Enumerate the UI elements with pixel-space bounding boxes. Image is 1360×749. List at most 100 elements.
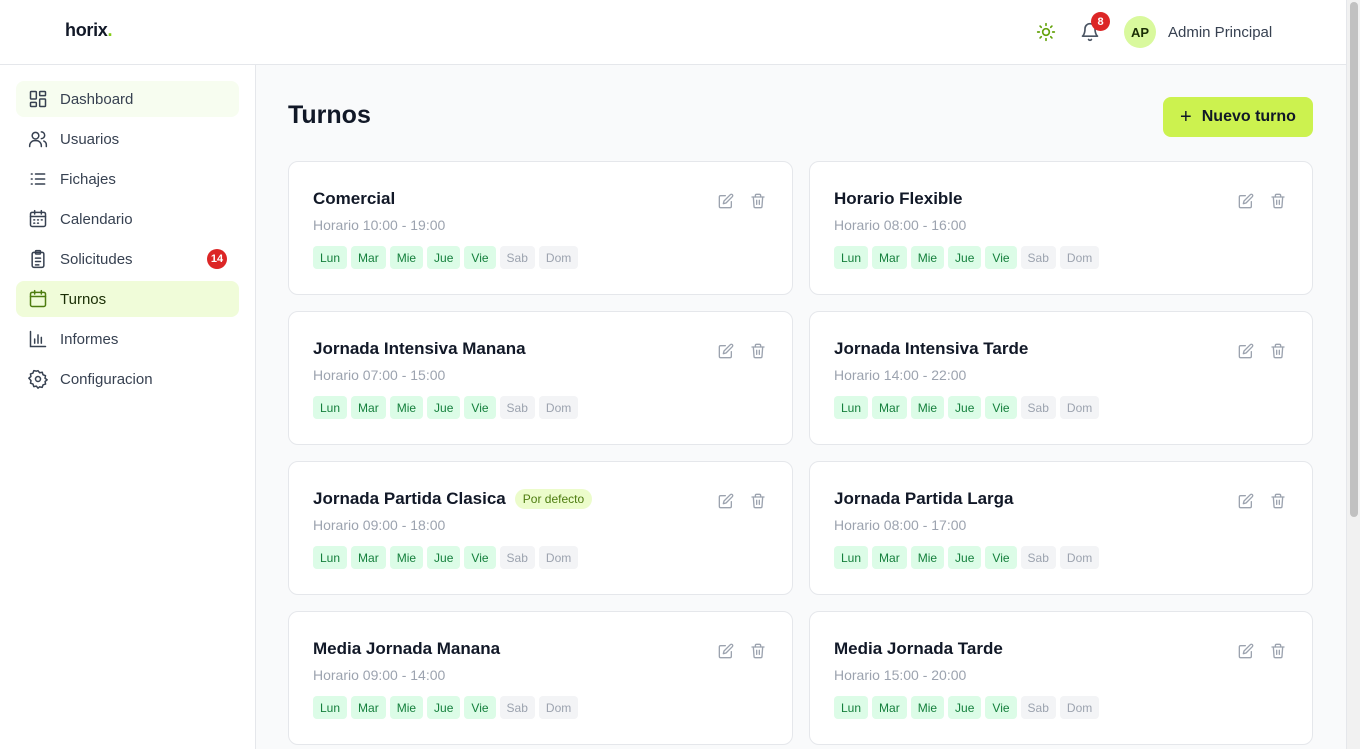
- edit-icon: [718, 193, 734, 209]
- page-title: Turnos: [288, 101, 371, 129]
- delete-button[interactable]: [1268, 341, 1288, 361]
- delete-button[interactable]: [748, 641, 768, 661]
- default-badge: Por defecto: [514, 489, 593, 509]
- day-chip-mie: Mie: [389, 396, 424, 419]
- edit-icon: [1238, 493, 1254, 509]
- day-chip-lun: Lun: [313, 696, 348, 719]
- day-chip-jue: Jue: [427, 546, 461, 569]
- day-chip-vie: Vie: [985, 246, 1017, 269]
- delete-button[interactable]: [1268, 491, 1288, 511]
- users-icon: [28, 131, 48, 148]
- notifications-count-badge: 8: [1091, 12, 1110, 31]
- shift-name: Media Jornada Tarde: [834, 639, 1003, 658]
- shift-card-header: Jornada Intensiva Tarde: [834, 339, 1028, 359]
- solicitudes-count-badge: 14: [207, 249, 227, 269]
- theme-toggle-button[interactable]: [1030, 16, 1062, 48]
- edit-icon: [1238, 643, 1254, 659]
- day-chip-mie: Mie: [910, 396, 945, 419]
- sidebar-item-usuarios[interactable]: Usuarios: [16, 121, 239, 157]
- day-chip-sab: Sab: [499, 546, 535, 569]
- day-chip-mar: Mar: [872, 396, 907, 419]
- shift-days: Lun Mar Mie Jue Vie Sab Dom: [834, 246, 1100, 269]
- sidebar-nav: Dashboard Usuarios Fichajes Calendario S…: [16, 81, 239, 401]
- edit-button[interactable]: [1236, 491, 1256, 511]
- sidebar-item-informes[interactable]: Informes: [16, 321, 239, 357]
- sidebar-item-configuracion[interactable]: Configuracion: [16, 361, 239, 397]
- shift-actions: [1236, 641, 1288, 661]
- top-bar: horix. 8 AP Admin Principal: [0, 0, 1346, 65]
- notifications-button[interactable]: 8: [1074, 12, 1110, 48]
- sidebar-item-fichajes[interactable]: Fichajes: [16, 161, 239, 197]
- sidebar-item-turnos[interactable]: Turnos: [16, 281, 239, 317]
- user-menu[interactable]: AP Admin Principal: [1124, 16, 1272, 48]
- day-chip-vie: Vie: [464, 396, 496, 419]
- new-shift-label: Nuevo turno: [1201, 108, 1296, 125]
- trash-icon: [750, 643, 766, 659]
- trash-icon: [1270, 343, 1286, 359]
- shift-days: Lun Mar Mie Jue Vie Sab Dom: [313, 396, 579, 419]
- shift-name: Media Jornada Manana: [313, 639, 501, 658]
- edit-button[interactable]: [716, 191, 736, 211]
- logo-text: horix: [65, 20, 108, 40]
- shift-days: Lun Mar Mie Jue Vie Sab Dom: [834, 546, 1100, 569]
- shift-days: Lun Mar Mie Jue Vie Sab Dom: [313, 546, 579, 569]
- edit-button[interactable]: [1236, 641, 1256, 661]
- sidebar-item-dashboard[interactable]: Dashboard: [16, 81, 239, 117]
- day-chip-jue: Jue: [427, 396, 461, 419]
- shift-card-header: Comercial: [313, 189, 395, 209]
- shift-card: Media Jornada Manana Horario 09:00 - 14:0…: [288, 611, 793, 745]
- shift-card-header: Media Jornada Manana: [313, 639, 500, 659]
- app-logo[interactable]: horix.: [65, 20, 113, 41]
- clipboard-icon: [31, 249, 45, 269]
- day-chip-vie: Vie: [985, 696, 1017, 719]
- new-shift-button[interactable]: + Nuevo turno: [1163, 97, 1313, 137]
- sidebar-item-calendario[interactable]: Calendario: [16, 201, 239, 237]
- edit-icon: [1238, 343, 1254, 359]
- shift-card: Jornada Partida Clasica Por defecto Horari…: [288, 461, 793, 595]
- day-chip-vie: Vie: [464, 696, 496, 719]
- edit-button[interactable]: [716, 491, 736, 511]
- page-scrollbar[interactable]: [1346, 0, 1360, 749]
- main-content: Turnos + Nuevo turno Comercial Horario 10…: [256, 65, 1346, 749]
- day-chip-mar: Mar: [872, 546, 907, 569]
- sidebar-item-solicitudes[interactable]: Solicitudes 14: [16, 241, 239, 277]
- sidebar-item-label: Dashboard: [60, 90, 134, 108]
- scrollbar-thumb[interactable]: [1350, 2, 1358, 517]
- day-chip-mar: Mar: [872, 696, 907, 719]
- shift-card: Comercial Horario 10:00 - 19:00 Lun Mar Mie J…: [288, 161, 793, 295]
- delete-button[interactable]: [1268, 191, 1288, 211]
- trash-icon: [1270, 643, 1286, 659]
- sidebar: Dashboard Usuarios Fichajes Calendario S…: [0, 65, 256, 749]
- sidebar-item-label: Configuracion: [60, 370, 153, 388]
- shift-name: Comercial: [313, 189, 396, 208]
- day-chip-vie: Vie: [464, 546, 496, 569]
- day-chip-mie: Mie: [910, 246, 945, 269]
- day-chip-sab: Sab: [1020, 246, 1056, 269]
- day-chip-lun: Lun: [834, 396, 869, 419]
- delete-button[interactable]: [748, 191, 768, 211]
- day-chip-dom: Dom: [1059, 396, 1100, 419]
- shift-card-header: Jornada Intensiva Manana: [313, 339, 526, 359]
- day-chip-mie: Mie: [910, 696, 945, 719]
- edit-button[interactable]: [1236, 341, 1256, 361]
- edit-icon: [718, 643, 734, 659]
- shift-actions: [1236, 341, 1288, 361]
- edit-icon: [1238, 193, 1254, 209]
- shift-name: Jornada Partida Clasica: [313, 489, 506, 508]
- edit-icon: [718, 343, 734, 359]
- plus-icon: +: [1180, 106, 1192, 128]
- day-chip-vie: Vie: [464, 246, 496, 269]
- day-chip-mie: Mie: [910, 546, 945, 569]
- sidebar-item-label: Fichajes: [60, 170, 116, 188]
- day-chip-sab: Sab: [499, 246, 535, 269]
- shift-hours: Horario 08:00 - 17:00: [834, 517, 967, 533]
- delete-button[interactable]: [748, 341, 768, 361]
- edit-button[interactable]: [716, 641, 736, 661]
- shift-days: Lun Mar Mie Jue Vie Sab Dom: [834, 396, 1100, 419]
- delete-button[interactable]: [748, 491, 768, 511]
- edit-button[interactable]: [716, 341, 736, 361]
- edit-button[interactable]: [1236, 191, 1256, 211]
- day-chip-dom: Dom: [1059, 246, 1100, 269]
- day-chip-jue: Jue: [948, 396, 982, 419]
- delete-button[interactable]: [1268, 641, 1288, 661]
